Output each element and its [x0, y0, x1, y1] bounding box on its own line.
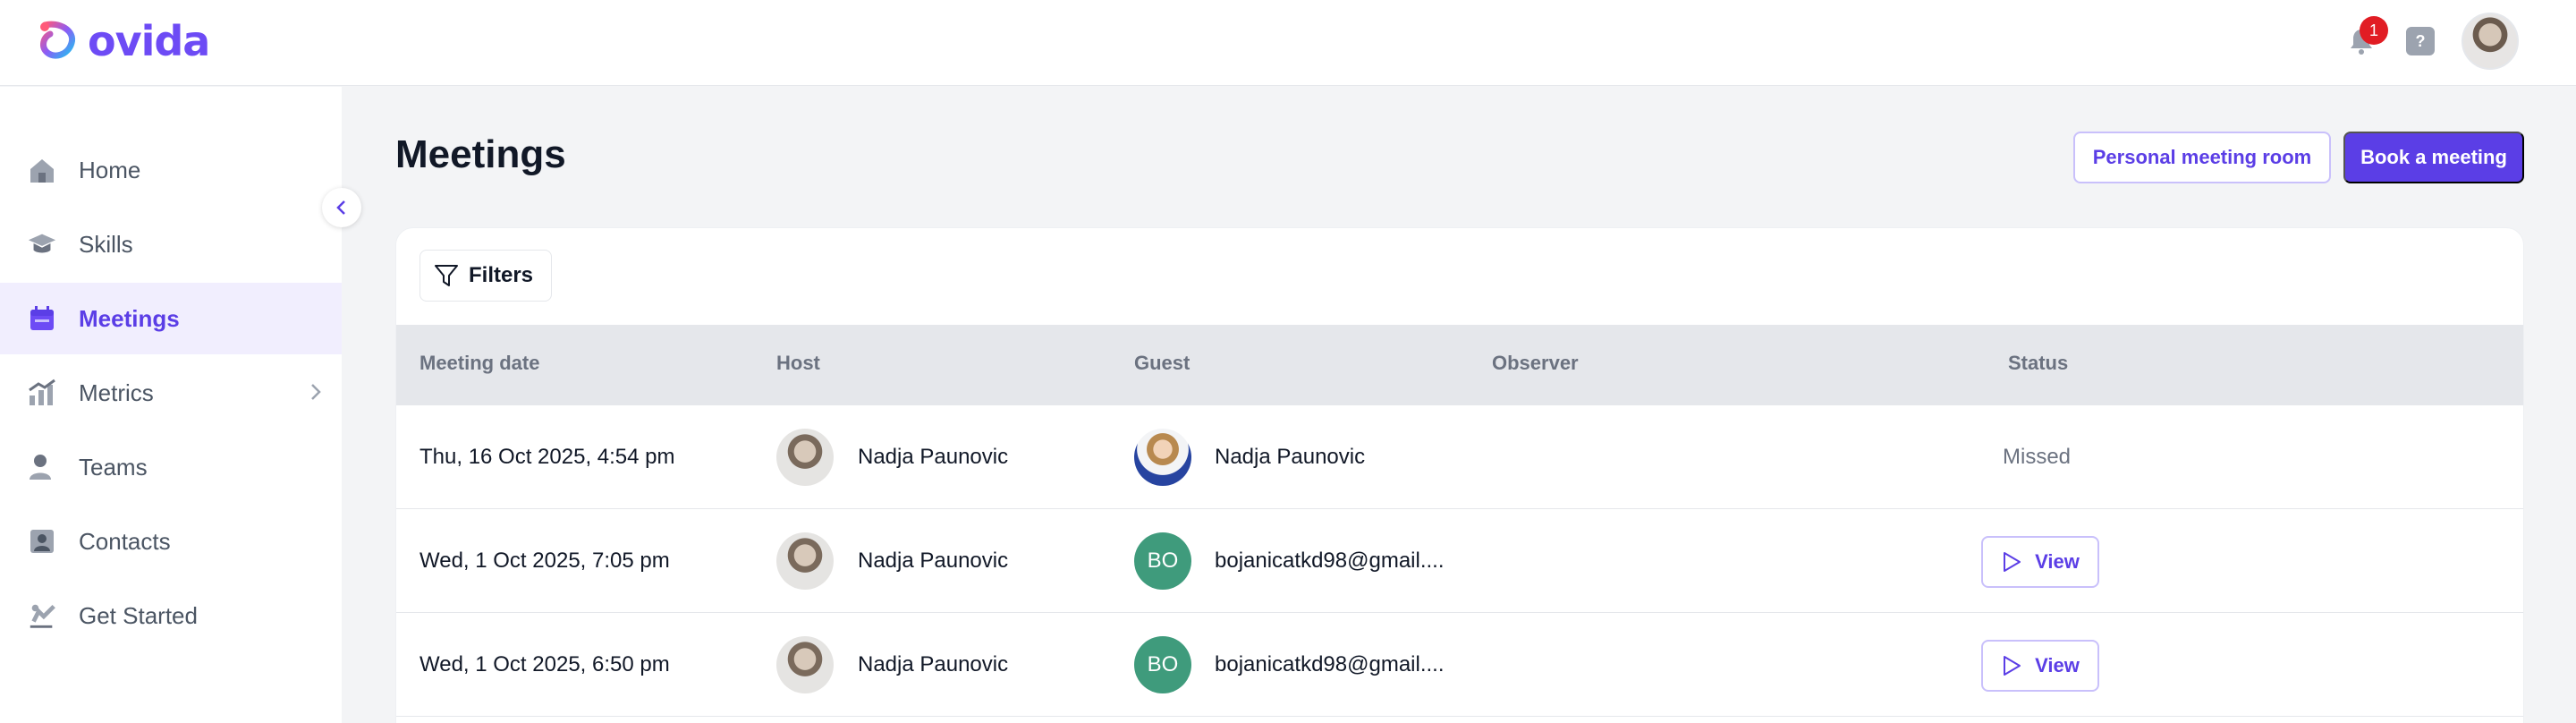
filters-button[interactable]: Filters [419, 250, 552, 302]
home-icon [27, 155, 57, 185]
play-icon [2004, 656, 2021, 676]
sidebar-item-meetings[interactable]: Meetings [0, 283, 342, 354]
sidebar-item-get-started[interactable]: Get Started [0, 580, 342, 651]
sidebar: Home Skills Meetings Metrics Teams Conta… [0, 87, 342, 723]
top-bar: ovida 1 ? [0, 0, 2576, 86]
sidebar-item-contacts[interactable]: Contacts [0, 506, 342, 577]
column-header-observer: Observer [1492, 352, 1579, 374]
sidebar-item-label: Meetings [79, 304, 180, 332]
notification-badge: 1 [2360, 16, 2388, 45]
chevron-right-icon [309, 382, 322, 406]
calendar-icon [27, 303, 57, 334]
sidebar-item-teams[interactable]: Teams [0, 431, 342, 503]
host-avatar [776, 532, 834, 590]
rocket-icon [27, 600, 57, 631]
status-missed: Missed [2003, 445, 2072, 469]
chevron-left-icon [336, 200, 345, 215]
user-avatar[interactable] [2462, 13, 2519, 70]
meeting-date: Wed, 1 Oct 2025, 6:50 pm [419, 652, 670, 676]
guest-initials-avatar: BO [1134, 532, 1191, 590]
host-name: Nadja Paunovic [858, 445, 1009, 469]
sidebar-item-skills[interactable]: Skills [0, 208, 342, 280]
table-row[interactable]: Wed, 1 Oct 2025, 7:05 pm Nadja Paunovic … [396, 509, 2523, 613]
sidebar-item-metrics[interactable]: Metrics [0, 357, 342, 429]
guest-initials-avatar: BO [1134, 636, 1191, 693]
guest-avatar [1134, 429, 1191, 486]
meeting-date: Wed, 1 Oct 2025, 7:05 pm [419, 549, 670, 573]
column-header-host: Host [776, 352, 820, 374]
logo-text: ovida [88, 17, 210, 65]
view-label: View [2035, 654, 2080, 676]
logo[interactable]: ovida [32, 16, 210, 66]
column-header-meeting-date: Meeting date [419, 352, 540, 374]
page-title: Meetings [395, 132, 566, 176]
chart-icon [27, 378, 57, 408]
sidebar-item-label: Metrics [79, 379, 154, 406]
host-name: Nadja Paunovic [858, 549, 1009, 573]
help-icon[interactable]: ? [2406, 27, 2435, 55]
sidebar-item-label: Teams [79, 453, 148, 481]
host-name: Nadja Paunovic [858, 652, 1009, 676]
notifications-button[interactable]: 1 [2343, 16, 2388, 59]
table-row[interactable]: Wed, 1 Oct 2025, 6:50 pm Nadja Paunovic … [396, 613, 2523, 717]
view-label: View [2035, 550, 2080, 573]
sidebar-item-home[interactable]: Home [0, 134, 342, 206]
personal-meeting-room-button[interactable]: Personal meeting room [2073, 132, 2331, 183]
filter-icon [435, 265, 458, 286]
guest-name: Nadja Paunovic [1215, 445, 1366, 469]
users-icon [27, 452, 57, 482]
graduation-cap-icon [27, 229, 57, 259]
book-meeting-button[interactable]: Book a meeting [2343, 132, 2524, 183]
guest-name: bojanicatkd98@gmail.... [1215, 652, 1445, 676]
guest-name: bojanicatkd98@gmail.... [1215, 549, 1445, 573]
contact-card-icon [27, 526, 57, 557]
ovida-logo-icon [40, 21, 75, 59]
collapse-sidebar-button[interactable] [322, 188, 361, 227]
host-avatar [776, 429, 834, 486]
table-row[interactable]: Thu, 16 Oct 2025, 4:54 pm Nadja Paunovic… [396, 405, 2523, 509]
sidebar-item-label: Home [79, 156, 141, 183]
sidebar-item-label: Contacts [79, 527, 171, 555]
column-header-guest: Guest [1134, 352, 1191, 374]
meeting-date: Thu, 16 Oct 2025, 4:54 pm [419, 445, 675, 469]
host-avatar [776, 636, 834, 693]
sidebar-item-label: Skills [79, 230, 133, 258]
column-header-status: Status [2008, 352, 2069, 374]
meetings-table-card: Filters Meeting date Host Guest Observer… [395, 227, 2524, 723]
filters-label: Filters [469, 263, 534, 287]
sidebar-item-label: Get Started [79, 601, 198, 629]
view-recording-button[interactable]: View [1981, 536, 2099, 588]
table-header: Meeting date Host Guest Observer Status [396, 325, 2523, 405]
play-icon [2004, 552, 2021, 572]
view-recording-button[interactable]: View [1981, 640, 2099, 692]
